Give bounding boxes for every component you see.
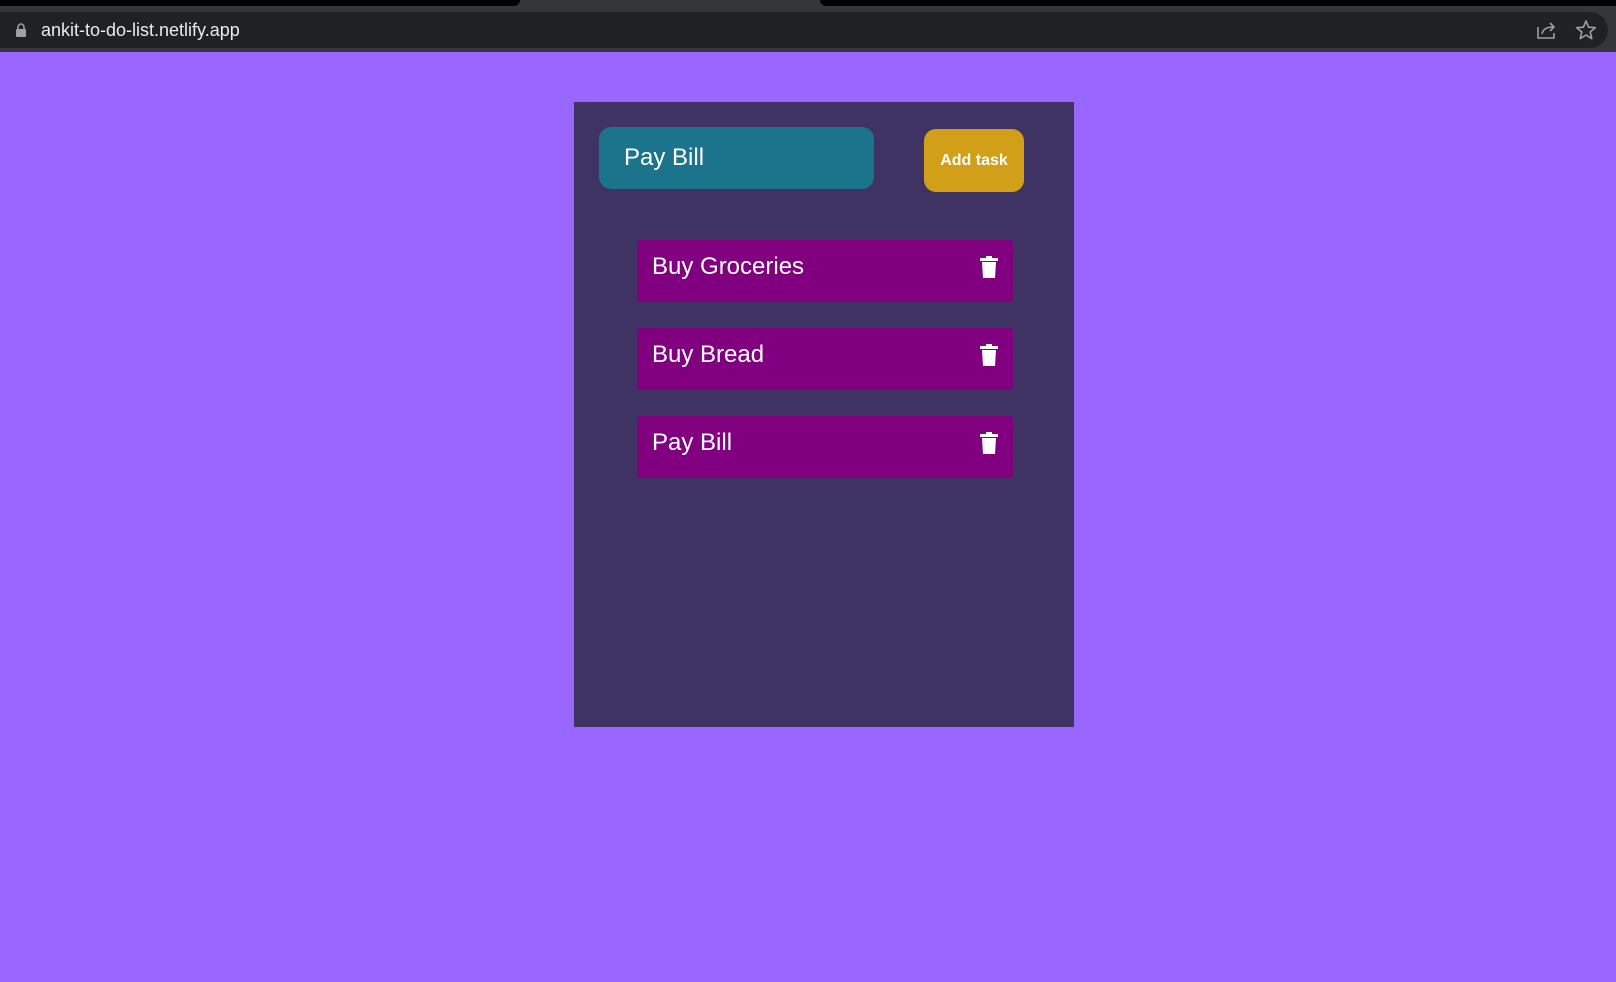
url-text[interactable]: ankit-to-do-list.netlify.app: [41, 20, 240, 40]
add-task-button[interactable]: Add task: [924, 129, 1024, 192]
task-item: Buy Groceries: [637, 240, 1013, 302]
trash-icon[interactable]: [980, 256, 998, 278]
share-icon[interactable]: [1536, 20, 1558, 40]
trash-icon[interactable]: [980, 432, 998, 454]
task-item: Pay Bill: [637, 416, 1013, 478]
tab-strip: [0, 0, 1616, 10]
task-list: Buy Groceries Buy Bread Pay Bill: [637, 240, 1013, 504]
task-label: Buy Bread: [652, 341, 765, 368]
inactive-tab-right[interactable]: [820, 0, 1616, 6]
task-label: Pay Bill: [652, 429, 733, 456]
task-input[interactable]: [599, 127, 874, 189]
task-item: Buy Bread: [637, 328, 1013, 390]
task-label: Buy Groceries: [652, 253, 805, 280]
browser-toolbar: ankit-to-do-list.netlify.app: [0, 10, 1616, 52]
trash-icon[interactable]: [980, 344, 998, 366]
star-icon[interactable]: [1575, 19, 1597, 41]
address-bar[interactable]: ankit-to-do-list.netlify.app: [0, 12, 1608, 48]
todo-card: Add task Buy Groceries Buy Bread Pay Bil…: [574, 102, 1074, 727]
inactive-tab-left[interactable]: [0, 0, 520, 6]
lock-icon[interactable]: [15, 23, 27, 37]
